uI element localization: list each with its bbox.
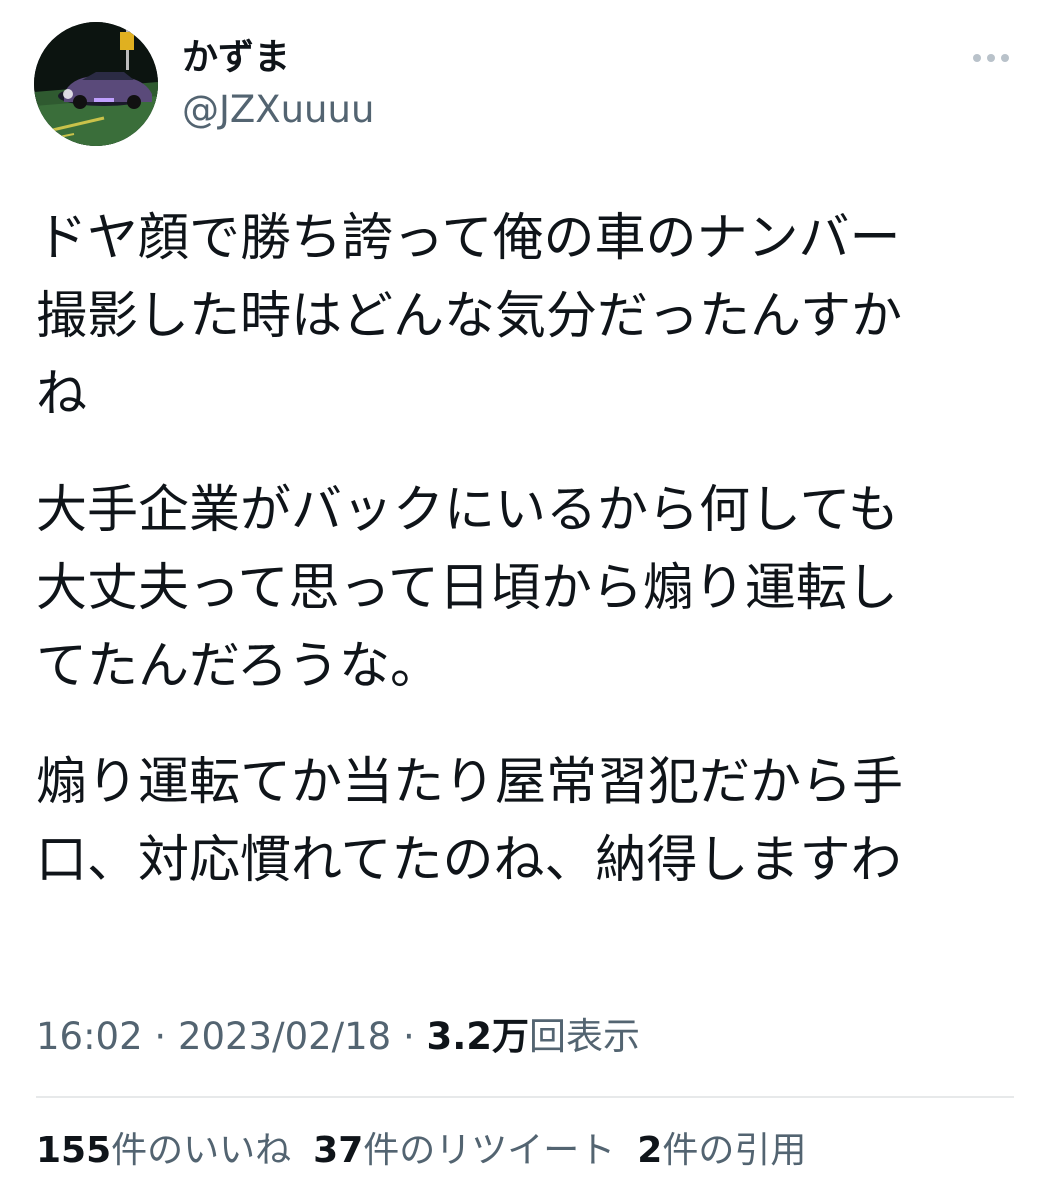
avatar[interactable] [34, 22, 158, 146]
tweet-paragraph: 煽り運転てか当たり屋常習犯だから手 口、対応慣れてたのね、納得しますわ [36, 744, 1026, 900]
retweets-count: 37 [313, 1130, 364, 1171]
tweet-date[interactable]: 2023/02/18 [178, 1015, 391, 1058]
display-name[interactable]: かずま [182, 34, 290, 82]
retweets-label: 件のリツイート [363, 1130, 616, 1171]
tweet-line: ドヤ顔で勝ち誇って俺の車のナンバー [36, 209, 901, 268]
tweet-line: 煽り運転てか当たり屋常習犯だから手 [36, 753, 904, 812]
more-options-button[interactable] [966, 40, 1016, 76]
tweet-line: ね [36, 365, 88, 424]
tweet-line: 撮影した時はどんな気分だったんすか [36, 287, 902, 346]
tweet-meta: 16:02 · 2023/02/18 · 3.2万回表示 [36, 1012, 640, 1062]
user-handle[interactable]: @JZXuuuu [182, 86, 374, 134]
tweet-line: てたんだろうな。 [36, 637, 441, 696]
tweet-text: ドヤ顔で勝ち誇って俺の車のナンバー 撮影した時はどんな気分だったんすか ね 大手… [36, 200, 1026, 938]
tweet-line: 大手企業がバックにいるから何しても [36, 481, 899, 540]
more-dots-icon [973, 54, 1009, 62]
views-count: 3.2万 [426, 1015, 530, 1058]
tweet-time[interactable]: 16:02 [36, 1015, 143, 1058]
quotes-label: 件の引用 [662, 1130, 807, 1171]
quotes-count: 2 [637, 1130, 663, 1171]
quotes-stat[interactable]: 2件の引用 [637, 1126, 806, 1176]
meta-separator: · [391, 1015, 427, 1058]
avatar-image [34, 22, 158, 146]
tweet-line: 口、対応慣れてたのね、納得しますわ [36, 831, 902, 890]
likes-count: 155 [36, 1130, 112, 1171]
tweet-paragraph: ドヤ顔で勝ち誇って俺の車のナンバー 撮影した時はどんな気分だったんすか ね [36, 200, 1026, 434]
meta-separator: · [142, 1015, 178, 1058]
views-label: 回表示 [529, 1015, 641, 1058]
tweet-line: 大丈夫って思って日頃から煽り運転し [36, 559, 898, 618]
divider [36, 1096, 1014, 1098]
retweets-stat[interactable]: 37件のリツイート [313, 1126, 615, 1176]
tweet-paragraph: 大手企業がバックにいるから何しても 大丈夫って思って日頃から煽り運転し てたんだ… [36, 472, 1026, 706]
likes-label: 件のいいね [111, 1130, 292, 1171]
engagement-stats: 155件のいいね 37件のリツイート 2件の引用 [36, 1126, 828, 1176]
likes-stat[interactable]: 155件のいいね [36, 1126, 291, 1176]
